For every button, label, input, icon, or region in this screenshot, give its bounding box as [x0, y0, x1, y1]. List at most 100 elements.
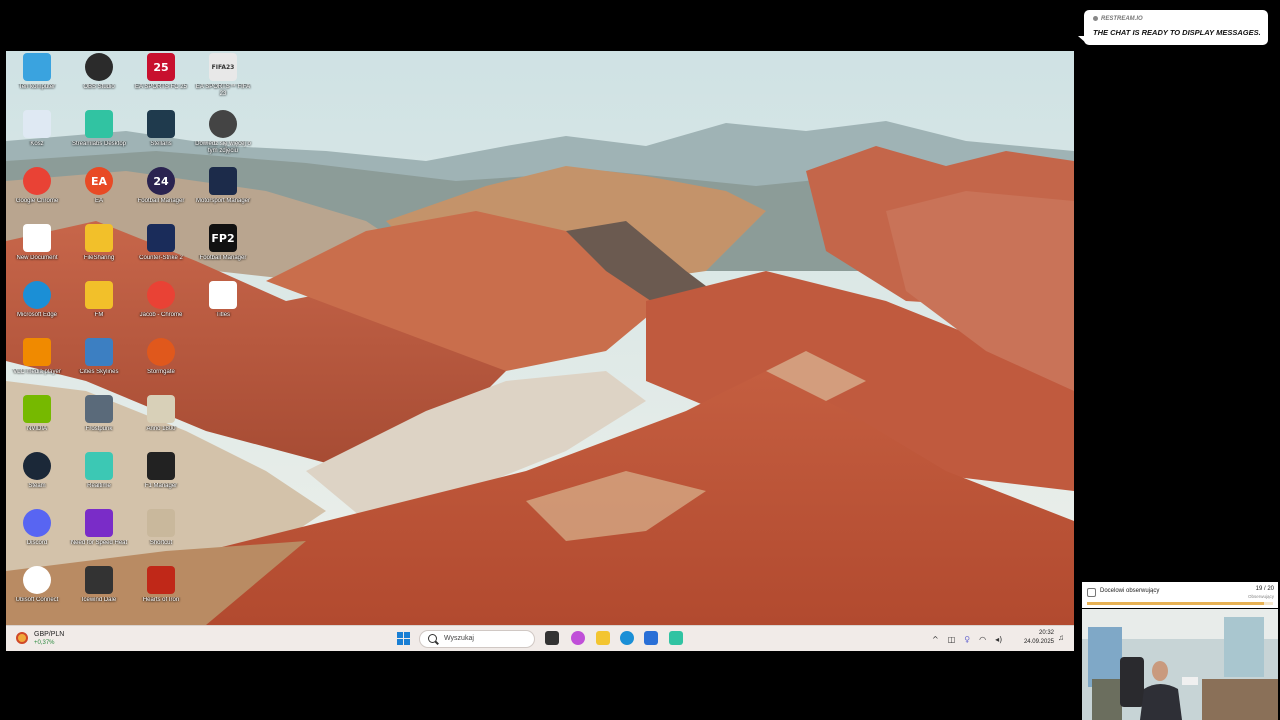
monitor-icon: [23, 53, 51, 81]
file-explorer-icon[interactable]: [596, 631, 610, 645]
desktop-icon[interactable]: FP2 Football Manager: [192, 224, 254, 280]
chevron-up-icon[interactable]: ^: [932, 635, 939, 644]
desktop-icon[interactable]: Dowiedz się więcej o tym zdjęciu: [192, 110, 254, 166]
desktop-icon[interactable]: F1 Manager: [130, 452, 192, 508]
edge-icon: [23, 281, 51, 309]
desktop-icon[interactable]: Ten komputer: [6, 53, 68, 109]
fifa23-icon: FIFA23: [209, 53, 237, 81]
desktop-icon[interactable]: Steam: [6, 452, 68, 508]
desktop-icon[interactable]: FIFA23 EA SPORTS™ FIFA 23: [192, 53, 254, 109]
desktop-icon[interactable]: Cities Skylines: [68, 338, 130, 394]
taskbar: GBP/PLN +0,37% Wyszukaj ^ ◫ ♀ ◠ ◂) 20:32…: [6, 625, 1074, 651]
chat-bubble-tail: [1078, 36, 1086, 43]
desktop-icon-label: Need for Speed Heat: [70, 540, 128, 546]
desktop-icon[interactable]: Motorsport Manager: [192, 167, 254, 223]
desktop-icon[interactable]: Stellaris: [130, 110, 192, 166]
copilot-icon[interactable]: [571, 631, 585, 645]
desktop-icon[interactable]: 25 EA SPORTS FC 25: [130, 53, 192, 109]
game-icon: [85, 566, 113, 594]
hoi-icon: [147, 566, 175, 594]
clock-date: 24.09.2025: [1023, 639, 1054, 645]
desktop-icon[interactable]: Realtime: [68, 452, 130, 508]
desktop-icon-label: Microsoft Edge: [16, 312, 58, 318]
chrome-profile-icon: [147, 281, 175, 309]
f1-icon: [147, 452, 175, 480]
desktop-icon-label: EA SPORTS FC 25: [135, 84, 187, 90]
chat-message: The chat is ready to display messages.: [1093, 28, 1261, 37]
goal-subtitle: Obserwujący: [1247, 594, 1274, 599]
desktop-icon[interactable]: Discord: [6, 509, 68, 565]
desktop-icon[interactable]: Google Chrome: [6, 167, 68, 223]
search-placeholder: Wyszukaj: [444, 635, 474, 642]
vlc-icon: [23, 338, 51, 366]
taskbar-search[interactable]: Wyszukaj: [419, 630, 535, 648]
clock-time: 20:32: [1038, 630, 1054, 636]
taskbar-widget[interactable]: GBP/PLN +0,37%: [16, 629, 86, 649]
desktop-icon[interactable]: VLC media player: [6, 338, 68, 394]
desktop-icon[interactable]: OBS Studio: [68, 53, 130, 109]
notifications-bell-icon[interactable]: ♫: [1058, 633, 1064, 642]
desktop-icon-label: Realtime: [87, 483, 111, 489]
wifi-icon[interactable]: ◠: [979, 635, 986, 644]
network-icon[interactable]: ◫: [948, 635, 956, 644]
desktop-icon-label: Stormgate: [147, 369, 175, 375]
desktop-icon-label: NVIDIA: [26, 426, 47, 432]
desktop-icon-label: Football Manager: [199, 255, 247, 261]
desktop-icon[interactable]: FileSharing: [68, 224, 130, 280]
store-icon[interactable]: [644, 631, 658, 645]
desktop-icon[interactable]: Need for Speed Heat: [68, 509, 130, 565]
desktop-icon[interactable]: Counter-Strike 2: [130, 224, 192, 280]
desktop-icon-label: Google Chrome: [15, 198, 59, 204]
desktop-icon[interactable]: Icewind Dale: [68, 566, 130, 622]
desktop-icon-label: Frostpunk: [85, 426, 113, 432]
stock-icon: [16, 632, 28, 644]
desktop-icon-label: Hearts of Iron: [142, 597, 180, 603]
recycle-bin-icon: [23, 110, 51, 138]
desktop-icon-label: Cities Skylines: [79, 369, 119, 375]
desktop-icon[interactable]: Anno 1800: [130, 395, 192, 451]
desktop-icon[interactable]: Shortcut: [130, 509, 192, 565]
desktop-icon-label: Icewind Dale: [81, 597, 117, 603]
desktop-icon-label: Stellaris: [150, 141, 172, 147]
goal-count: 19 / 20: [1255, 586, 1274, 592]
taskbar-clock[interactable]: 20:32 24.09.2025: [1014, 629, 1054, 647]
streamlabs-icon[interactable]: [669, 631, 683, 645]
desktop-icon[interactable]: 24 Football Manager: [130, 167, 192, 223]
volume-icon[interactable]: ◂): [995, 635, 1002, 644]
desktop-icon-label: Motorsport Manager: [195, 198, 251, 204]
desktop-icon-label: Titles: [215, 312, 231, 318]
ea-icon: EA: [85, 167, 113, 195]
desktop-icon[interactable]: Ubisoft Connect: [6, 566, 68, 622]
desktop-icon[interactable]: Streamlabs Desktop: [68, 110, 130, 166]
desktop-icon[interactable]: Stormgate: [130, 338, 192, 394]
desktop-icon-label: OBS Studio: [83, 84, 115, 90]
obs-icon: [85, 53, 113, 81]
streamlabs-icon: [85, 110, 113, 138]
desktop-icon[interactable]: New Document: [6, 224, 68, 280]
edge-icon[interactable]: [620, 631, 634, 645]
webcam-feed: [1082, 609, 1278, 720]
desktop-icon[interactable]: Microsoft Edge: [6, 281, 68, 337]
widget-change: +0,37%: [34, 640, 55, 646]
desktop-icon-label: EA SPORTS™ FIFA 23: [195, 84, 251, 97]
goal-progress-fill: [1087, 602, 1264, 605]
desktop-icon[interactable]: Titles: [192, 281, 254, 337]
desktop-icon[interactable]: Hearts of Iron: [130, 566, 192, 622]
start-button[interactable]: [397, 632, 410, 645]
desktop-icon-label: New Document: [16, 255, 58, 261]
fm24-icon: 24: [147, 167, 175, 195]
desktop-icon-label: FM: [94, 312, 104, 318]
desktop-icon[interactable]: EA EA: [68, 167, 130, 223]
desktop-icon[interactable]: FM: [68, 281, 130, 337]
desktop-icon[interactable]: Frostpunk: [68, 395, 130, 451]
nvidia-icon: [23, 395, 51, 423]
desktop-icon[interactable]: NVIDIA: [6, 395, 68, 451]
microphone-icon[interactable]: ♀: [964, 635, 970, 644]
cities-icon: [85, 338, 113, 366]
desktop-icon[interactable]: Kosz: [6, 110, 68, 166]
system-tray: ^ ◫ ♀ ◠ ◂): [932, 632, 1002, 646]
desktop-icon-label: Football Manager: [137, 198, 185, 204]
desktop-icon[interactable]: Jacob - Chrome: [130, 281, 192, 337]
desktop-icon-label: Counter-Strike 2: [139, 255, 183, 261]
task-view-icon[interactable]: [545, 631, 559, 645]
